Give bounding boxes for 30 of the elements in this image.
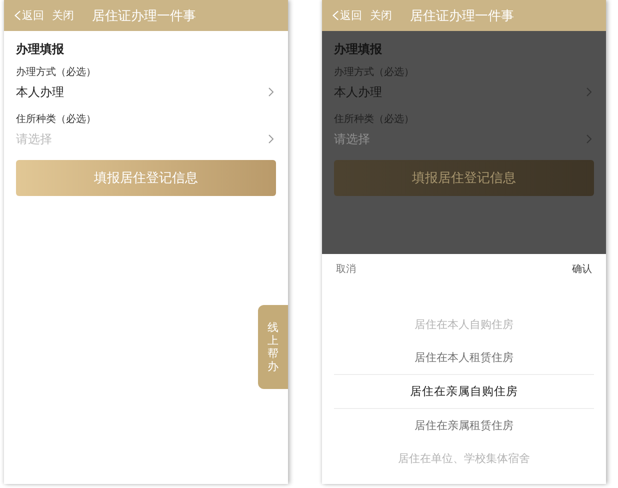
section-title: 办理填报	[334, 41, 383, 58]
field-value[interactable]: 本人办理	[334, 84, 382, 100]
cancel-button[interactable]: 取消	[336, 262, 356, 276]
back-icon	[14, 10, 21, 21]
submit-button[interactable]: 填报居住登记信息	[16, 160, 276, 196]
back-button[interactable]: 返回	[14, 8, 44, 23]
help-tab[interactable]: 线上帮办	[258, 305, 288, 389]
select-field[interactable]: 请选择	[16, 132, 136, 146]
close-button[interactable]: 关闭	[52, 8, 74, 23]
chevron-right-icon	[268, 87, 274, 97]
picker-option[interactable]: 居住在亲属租赁住房	[334, 409, 594, 442]
page-title: 居住证办理一件事	[410, 8, 514, 24]
back-button[interactable]: 返回	[332, 8, 362, 23]
chevron-right-icon	[268, 134, 274, 144]
select-field[interactable]: 请选择	[334, 132, 454, 146]
picker-option[interactable]: 居住在亲属自购住房	[334, 374, 594, 409]
section-title: 办理填报	[16, 41, 65, 58]
submit-button[interactable]: 填报居住登记信息	[334, 160, 594, 196]
close-button[interactable]: 关闭	[370, 8, 392, 23]
field-label: 办理方式（必选）	[16, 66, 97, 79]
picker-option[interactable]: 居住在本人租赁住房	[334, 341, 594, 374]
page-title: 居住证办理一件事	[92, 8, 196, 24]
back-icon	[332, 10, 339, 21]
chevron-right-icon	[586, 87, 592, 97]
chevron-right-icon	[586, 134, 592, 144]
picker-option[interactable]: 居住在单位、学校集体宿舍	[334, 442, 594, 475]
picker-option[interactable]: 居住在本人自购住房	[334, 308, 594, 341]
field-value[interactable]: 本人办理	[16, 84, 64, 100]
confirm-button[interactable]: 确认	[572, 262, 592, 276]
field-label: 住所种类（必选）	[16, 112, 97, 126]
